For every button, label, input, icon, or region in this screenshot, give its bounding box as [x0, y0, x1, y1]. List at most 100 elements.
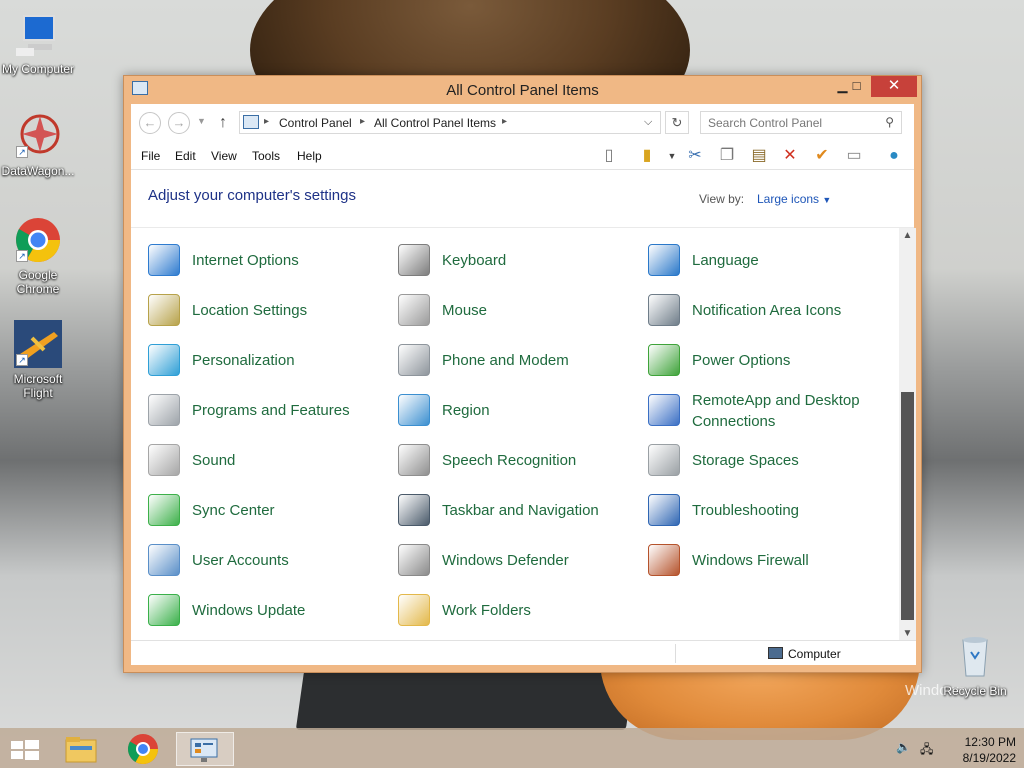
- control-panel-item[interactable]: Power Options: [648, 340, 888, 384]
- control-panel-item-label: Sound: [192, 452, 236, 469]
- desktop-icon-google-chrome[interactable]: ↗ Google Chrome: [0, 216, 76, 296]
- chrome-taskbar-button[interactable]: [116, 732, 174, 766]
- control-panel-taskbar-button[interactable]: [176, 732, 234, 766]
- control-panel-item[interactable]: RemoteApp and Desktop Connections: [648, 390, 888, 434]
- forward-button[interactable]: →: [168, 112, 190, 134]
- control-panel-item-label: Windows Update: [192, 602, 306, 619]
- menu-edit[interactable]: Edit: [175, 149, 196, 163]
- view-by-dropdown[interactable]: Large icons ▼: [757, 192, 831, 206]
- chevron-right-icon[interactable]: ▸: [502, 116, 507, 127]
- title-bar[interactable]: All Control Panel Items ▁ □ ✕: [124, 76, 921, 103]
- clock-globe-icon: [398, 394, 430, 426]
- file-explorer-taskbar-button[interactable]: [58, 732, 116, 766]
- control-panel-item[interactable]: Windows Update: [148, 590, 388, 634]
- control-panel-item-label: Work Folders: [442, 602, 531, 619]
- control-panel-item[interactable]: User Accounts: [148, 540, 388, 584]
- control-panel-item-label: Programs and Features: [192, 402, 350, 419]
- shortcut-arrow-icon: ↗: [16, 250, 28, 262]
- recent-locations-icon[interactable]: ▼: [197, 116, 206, 126]
- control-panel-item[interactable]: Region: [398, 390, 638, 434]
- breadcrumb-all-items[interactable]: All Control Panel Items: [374, 116, 496, 130]
- scroll-thumb[interactable]: [901, 392, 914, 620]
- chevron-right-icon[interactable]: ▸: [360, 116, 365, 127]
- control-panel-item[interactable]: Speech Recognition: [398, 440, 638, 484]
- rename-icon[interactable]: ▭: [843, 146, 865, 166]
- control-panel-item[interactable]: Notification Area Icons: [648, 290, 888, 334]
- close-button[interactable]: ✕: [871, 76, 917, 97]
- troubleshoot-icon: [648, 494, 680, 526]
- paste-icon[interactable]: ▤: [748, 146, 770, 166]
- control-panel-item[interactable]: Internet Options: [148, 240, 388, 284]
- control-panel-item[interactable]: Sync Center: [148, 490, 388, 534]
- refresh-button[interactable]: ↻: [665, 111, 689, 134]
- shortcut-arrow-icon: ↗: [16, 354, 28, 366]
- view-by-value[interactable]: Large icons: [757, 192, 819, 206]
- copy-icon[interactable]: ❐: [716, 146, 738, 166]
- vertical-scrollbar[interactable]: ▲ ▼: [899, 228, 916, 642]
- breadcrumb-control-panel[interactable]: Control Panel: [279, 116, 352, 130]
- control-panel-item[interactable]: Windows Firewall: [648, 540, 888, 584]
- desktop-icon-datawagon[interactable]: ↗ DataWagon...: [0, 112, 76, 178]
- status-divider: [675, 644, 676, 663]
- control-panel-item[interactable]: Mouse: [398, 290, 638, 334]
- desktop-icon-microsoft-flight[interactable]: ↗ Microsoft Flight: [0, 320, 76, 400]
- control-panel-item[interactable]: Keyboard: [398, 240, 638, 284]
- start-button[interactable]: [0, 732, 58, 766]
- firewall-icon: [648, 544, 680, 576]
- map-icon: [148, 294, 180, 326]
- computer-icon: [14, 10, 62, 58]
- control-panel-item[interactable]: Personalization: [148, 340, 388, 384]
- menu-bar: File Edit View Tools Help ▯ ▮ ▼ ✂ ❐ ▤ ✕ …: [131, 142, 914, 170]
- chevron-right-icon[interactable]: ▸: [264, 116, 269, 127]
- taskbar-icon: [398, 494, 430, 526]
- work-folders-icon: [398, 594, 430, 626]
- up-button[interactable]: ↑: [219, 114, 227, 132]
- control-panel-item[interactable]: Windows Defender: [398, 540, 638, 584]
- control-panel-item[interactable]: Programs and Features: [148, 390, 388, 434]
- defender-wall-icon: [398, 544, 430, 576]
- search-box[interactable]: ⚲: [700, 111, 902, 134]
- maximize-button[interactable]: □: [842, 76, 871, 97]
- search-icon[interactable]: ⚲: [885, 115, 894, 129]
- control-panel-items: Internet Options Keyboard Language Location…: [131, 228, 899, 642]
- properties-check-icon[interactable]: ✔: [811, 146, 833, 166]
- desktop-icon-label: DataWagon...: [1, 164, 75, 178]
- menu-tools[interactable]: Tools: [252, 149, 280, 163]
- control-panel-item[interactable]: Location Settings: [148, 290, 388, 334]
- clock[interactable]: 12:30 PM 8/19/2022: [944, 734, 1016, 766]
- wallpaper-laptop: [295, 670, 635, 730]
- control-panel-item[interactable]: Troubleshooting: [648, 490, 888, 534]
- control-panel-item[interactable]: Sound: [148, 440, 388, 484]
- desktop-icon-label: Microsoft Flight: [13, 372, 63, 400]
- scroll-up-icon[interactable]: ▲: [899, 228, 916, 244]
- control-panel-item[interactable]: Phone and Modem: [398, 340, 638, 384]
- menu-file[interactable]: File: [141, 149, 160, 163]
- control-panel-item-label: Troubleshooting: [692, 502, 800, 519]
- cut-icon[interactable]: ✂: [684, 146, 706, 166]
- delete-icon[interactable]: ✕: [779, 146, 801, 166]
- folder-options-icon[interactable]: ▮: [636, 146, 658, 166]
- desktop-icon-recycle-bin[interactable]: Recycle Bin: [937, 632, 1013, 698]
- control-panel-item[interactable]: Language: [648, 240, 888, 284]
- back-button[interactable]: ←: [139, 112, 161, 134]
- windows-logo-icon: [11, 740, 39, 760]
- control-panel-item-label: Speech Recognition: [442, 452, 577, 469]
- control-panel-item[interactable]: Taskbar and Navigation: [398, 490, 638, 534]
- status-bar: Computer: [131, 640, 916, 665]
- breadcrumb[interactable]: ▸ Control Panel ▸ All Control Panel Item…: [239, 111, 661, 134]
- internet-globe-icon[interactable]: ●: [883, 146, 905, 166]
- chevron-down-icon[interactable]: ⌵: [644, 116, 652, 129]
- volume-muted-icon[interactable]: 🔈: [896, 740, 911, 754]
- control-panel-item[interactable]: Storage Spaces: [648, 440, 888, 484]
- language-globe-icon: [648, 244, 680, 276]
- desktop-icon-my-computer[interactable]: My Computer: [0, 10, 76, 76]
- folder-icon: [65, 737, 97, 763]
- menu-help[interactable]: Help: [297, 149, 322, 163]
- search-input[interactable]: [708, 113, 878, 133]
- control-panel-item[interactable]: Work Folders: [398, 590, 638, 634]
- chevron-down-icon[interactable]: ▼: [822, 195, 831, 205]
- layout-pane-icon[interactable]: ▯: [598, 146, 620, 166]
- menu-view[interactable]: View: [211, 149, 237, 163]
- chevron-down-icon[interactable]: ▼: [661, 146, 683, 166]
- network-icon[interactable]: 🖧: [920, 740, 933, 761]
